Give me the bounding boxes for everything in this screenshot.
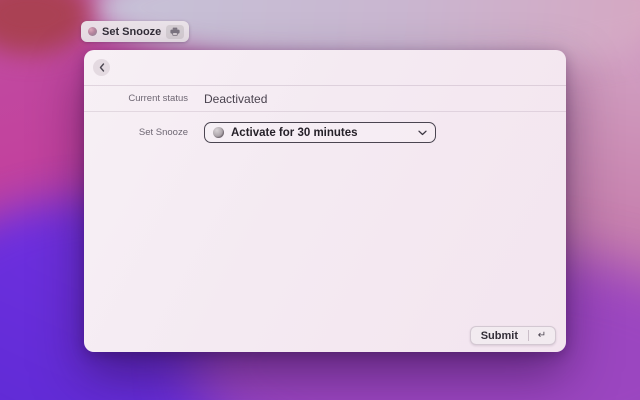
- return-key-icon: ↵: [537, 330, 547, 341]
- submit-button[interactable]: Submit ↵: [469, 326, 556, 345]
- snooze-duration-dropdown[interactable]: Activate for 30 minutes: [204, 122, 436, 143]
- submit-button-label: Submit: [480, 329, 518, 342]
- moon-icon: [213, 127, 224, 138]
- status-label: Current status: [128, 93, 188, 104]
- window-footer: Submit ↵: [469, 326, 556, 345]
- command-tag-label: Set Snooze: [102, 25, 162, 38]
- snooze-row: Set Snooze Activate for 30 minutes: [84, 122, 566, 143]
- back-button[interactable]: [93, 59, 110, 76]
- chevron-left-icon: [99, 63, 105, 72]
- status-value: Deactivated: [204, 91, 268, 106]
- status-row: Current status Deactivated: [84, 86, 566, 111]
- raycast-window: Current status Deactivated Set Snooze Ac…: [84, 50, 566, 352]
- snooze-duration-value: Activate for 30 minutes: [231, 126, 358, 139]
- chevron-down-icon: [418, 130, 427, 136]
- snooze-label: Set Snooze: [138, 127, 188, 138]
- snooze-form: Current status Deactivated Set Snooze Ac…: [84, 86, 566, 143]
- window-header: [84, 50, 566, 86]
- row-divider: [84, 111, 566, 112]
- extension-icon: [88, 27, 97, 36]
- printer-icon: [166, 24, 185, 39]
- command-tag: Set Snooze: [81, 21, 190, 42]
